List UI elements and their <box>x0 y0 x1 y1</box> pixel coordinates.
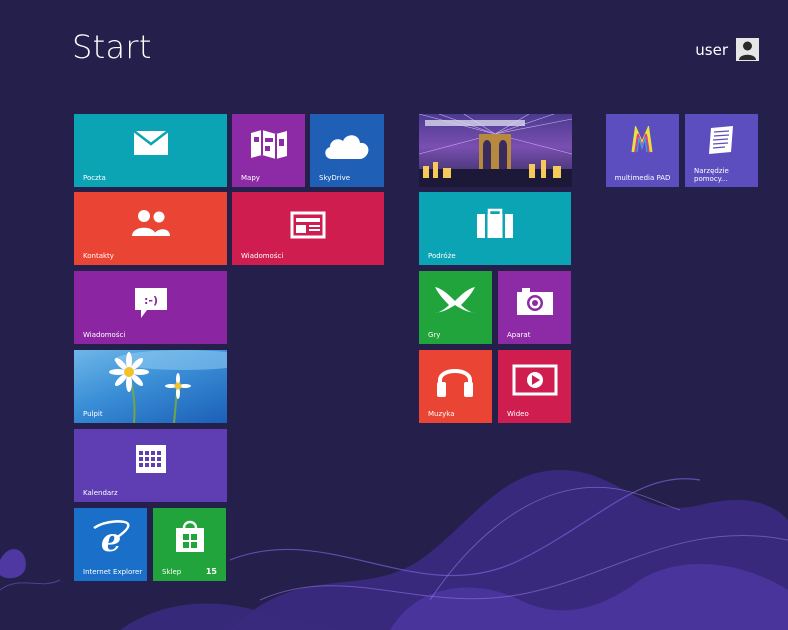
tile-multimedia-pad[interactable]: multimedia PAD <box>606 114 679 187</box>
tile-label: Narzędzie pomocy... <box>694 167 729 183</box>
tile-mail[interactable]: Poczta <box>74 114 227 187</box>
tile-label: Muzyka <box>428 410 455 418</box>
tile-label: Mapy <box>241 174 260 182</box>
ie-logo-icon: e <box>93 520 130 556</box>
tile-label: Wiadomości <box>241 252 284 260</box>
suitcase-icon <box>477 208 513 238</box>
video-play-icon <box>512 364 558 396</box>
tile-maps[interactable]: Mapy <box>232 114 305 187</box>
tile-camera[interactable]: Aparat <box>498 271 571 344</box>
bridge-photo <box>419 114 572 187</box>
tile-label: multimedia PAD <box>614 174 671 182</box>
tile-internet-explorer[interactable]: e Internet Explorer <box>74 508 147 581</box>
tile-label: Podróże <box>428 252 456 260</box>
calendar-icon <box>136 445 166 473</box>
newspaper-icon <box>290 211 326 239</box>
tile-travel[interactable]: Podróże <box>419 192 571 265</box>
tile-people[interactable]: Kontakty <box>74 192 227 265</box>
svg-text:e: e <box>101 521 121 556</box>
tile-label: Sklep <box>162 568 182 576</box>
tile-calendar[interactable]: Kalendarz <box>74 429 227 502</box>
chat-bubble-icon: :-) <box>135 288 167 318</box>
tile-label: Wideo <box>507 410 529 418</box>
tile-music[interactable]: Muzyka <box>419 350 492 423</box>
cloud-icon <box>325 135 369 159</box>
headphones-icon <box>437 369 473 397</box>
tile-label: SkyDrive <box>319 174 351 182</box>
user-account[interactable]: user <box>695 38 759 61</box>
store-bag-icon <box>176 520 204 552</box>
tile-label: Aparat <box>507 331 531 339</box>
tile-label: Kalendarz <box>83 489 118 497</box>
tile-skydrive[interactable]: SkyDrive <box>310 114 384 187</box>
tile-news[interactable]: Wiadomości <box>232 192 384 265</box>
start-title: Start <box>72 28 152 66</box>
tile-label: Gry <box>428 331 441 339</box>
tile-label: Internet Explorer <box>83 568 143 576</box>
tile-label: Poczta <box>83 174 106 182</box>
tile-label: Pulpit <box>83 410 103 418</box>
user-name: user <box>695 40 728 59</box>
tile-photo[interactable] <box>419 114 572 187</box>
tile-video[interactable]: Wideo <box>498 350 571 423</box>
multimedia-logo-icon <box>631 126 653 153</box>
tile-messaging[interactable]: :-) Wiadomości <box>74 271 227 344</box>
mail-icon <box>133 130 169 155</box>
tile-desktop[interactable]: Pulpit <box>74 350 227 423</box>
svg-text::-): :-) <box>144 294 158 307</box>
store-update-badge: 15 <box>205 567 217 576</box>
tile-label: Kontakty <box>83 252 114 260</box>
camera-icon <box>517 288 553 315</box>
tile-store[interactable]: Sklep 15 <box>153 508 226 581</box>
gamepad-icon <box>435 287 475 313</box>
tile-tools[interactable]: Narzędzie pomocy... <box>685 114 758 187</box>
user-avatar-icon <box>736 38 759 61</box>
tile-games[interactable]: Gry <box>419 271 492 344</box>
tile-label: Wiadomości <box>83 331 126 339</box>
document-icon <box>709 126 733 154</box>
map-icon <box>251 130 287 159</box>
people-icon <box>132 210 170 236</box>
